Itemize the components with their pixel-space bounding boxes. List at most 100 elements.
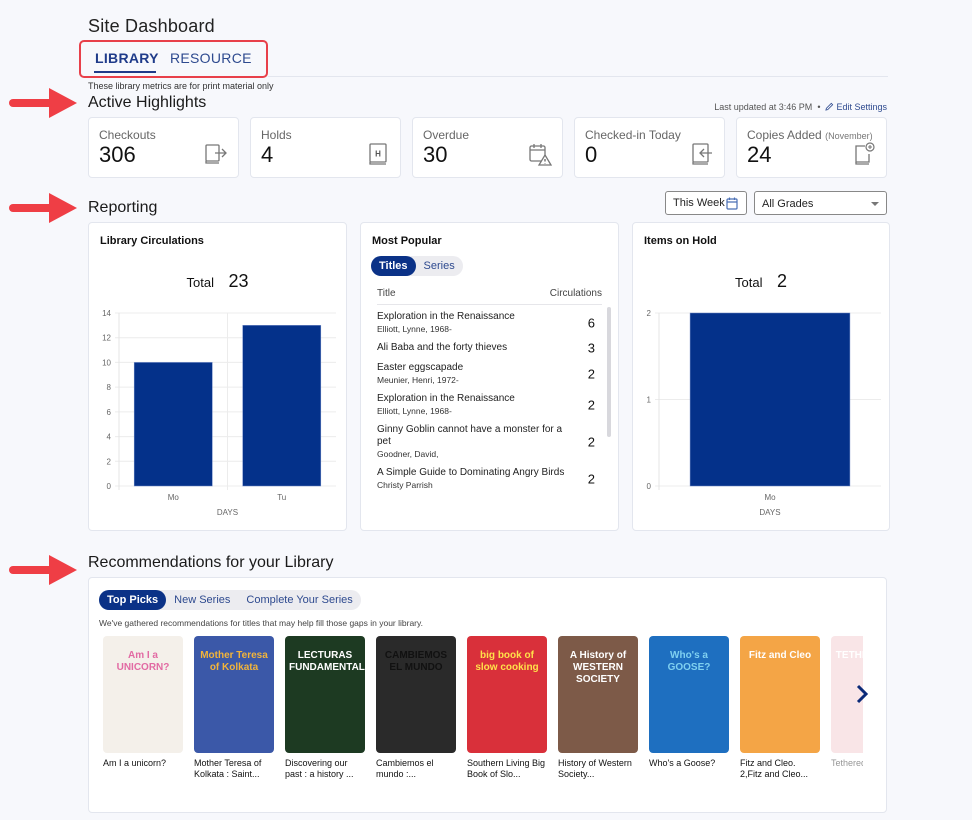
book-cover-text: CAMBIEMOS EL MUNDO xyxy=(384,650,448,673)
book-title: Discovering our past : a history ... xyxy=(285,758,354,779)
item-circulation-count: 2 xyxy=(587,366,595,381)
chevron-right-icon[interactable] xyxy=(852,680,872,708)
y-tick-label: 8 xyxy=(107,383,112,392)
date-range-button[interactable]: This Week xyxy=(665,191,747,215)
tab-new-series[interactable]: New Series xyxy=(166,590,238,610)
book-title: Am I a unicorn? xyxy=(103,758,167,768)
book-item[interactable]: LECTURAS FUNDAMENTALES Discovering our pa… xyxy=(285,636,365,780)
item-title: Exploration in the Renaissance xyxy=(377,393,515,404)
book-cover[interactable]: Am I a UNICORN? xyxy=(103,636,183,753)
list-item[interactable]: Easter eggscapade Meunier, Henri, 1972- 2 xyxy=(377,362,603,385)
column-header-title: Title xyxy=(377,288,396,299)
item-circulation-count: 2 xyxy=(587,397,595,412)
list-item[interactable]: Ginny Goblin cannot have a monster for a… xyxy=(377,424,603,459)
recommendations-panel: Top Picks New Series Complete Your Serie… xyxy=(88,577,887,813)
grade-select[interactable]: All Grades xyxy=(754,191,887,215)
book-item[interactable]: A History of WESTERN SOCIETY History of W… xyxy=(558,636,638,780)
tab-top-picks[interactable]: Top Picks xyxy=(99,590,167,610)
book-title: Who's a Goose? xyxy=(649,758,716,768)
book-item[interactable]: big book of slow cooking Southern Living … xyxy=(467,636,547,780)
metric-card-copies-added[interactable]: Copies Added (November) 24 xyxy=(736,117,887,178)
tab-library[interactable]: LIBRARY xyxy=(95,50,159,66)
item-author: Christy Parrish xyxy=(377,480,433,490)
book-add-icon xyxy=(855,142,875,165)
book-cover-text: TETHERED TO O xyxy=(835,650,863,661)
book-cover[interactable]: Who's a GOOSE? xyxy=(649,636,729,753)
chevron-down-icon xyxy=(871,202,879,206)
book-title: Fitz and Cleo. 2,Fitz and Cleo... xyxy=(740,758,809,779)
book-item[interactable]: Mother Teresa of Kolkata Mother Teresa of… xyxy=(194,636,274,780)
book-cover[interactable]: big book of slow cooking xyxy=(467,636,547,753)
tab-resource[interactable]: RESOURCE xyxy=(170,50,252,66)
list-item[interactable]: Exploration in the Renaissance Elliott, L… xyxy=(377,393,603,416)
list-item[interactable]: Exploration in the Renaissance Elliott, L… xyxy=(377,311,603,334)
tab-complete-your-series[interactable]: Complete Your Series xyxy=(238,590,360,610)
grade-select-value: All Grades xyxy=(762,198,814,210)
book-item[interactable]: Fitz and Cleo Fitz and Cleo. 2,Fitz and C… xyxy=(740,636,820,780)
metric-label: Holds xyxy=(261,128,292,142)
item-author: Goodner, David, xyxy=(377,449,439,459)
y-tick-label: 10 xyxy=(102,358,111,367)
book-title: Mother Teresa of Kolkata : Saint... xyxy=(194,758,262,779)
x-tick-label: Tu xyxy=(277,493,286,502)
item-author: Elliott, Lynne, 1968- xyxy=(377,406,452,416)
y-tick-label: 4 xyxy=(107,433,112,442)
edit-settings-label: Edit Settings xyxy=(836,102,887,112)
item-title: Exploration in the Renaissance xyxy=(377,311,515,322)
item-title: Ginny Goblin cannot have a monster for a… xyxy=(377,424,563,447)
book-hold-icon: H xyxy=(369,143,387,165)
bar-mo xyxy=(689,312,851,487)
book-checkin-icon xyxy=(692,143,712,165)
book-checkout-icon xyxy=(205,144,227,164)
metric-label: Checked-in Today xyxy=(585,128,681,142)
edit-settings-link[interactable]: Edit Settings xyxy=(825,102,887,112)
library-circulations-panel: Library Circulations Total 23 0 2 4 6 8 10 12 1… xyxy=(88,222,347,531)
item-circulation-count: 3 xyxy=(587,340,595,356)
items-on-hold-panel: Items on Hold Total 2 0 1 2 Mo DAYS xyxy=(632,222,890,531)
arrow-annotation-icon xyxy=(9,193,77,223)
list-item[interactable]: A Simple Guide to Dominating Angry Birds… xyxy=(377,467,603,490)
x-tick-label: Mo xyxy=(764,493,776,502)
circulations-bar-chart: 0 2 4 6 8 10 12 14 Mo Tu DAYS xyxy=(102,309,336,517)
toggle-titles[interactable]: Titles xyxy=(371,256,416,276)
metric-value: 306 xyxy=(99,142,136,167)
y-tick-label: 0 xyxy=(107,482,112,491)
metric-card-checkouts[interactable]: Checkouts 306 xyxy=(88,117,239,178)
list-item[interactable]: Ali Baba and the forty thieves 3 xyxy=(377,340,603,356)
titles-series-toggle: Titles Series xyxy=(371,256,463,276)
date-range-label: This Week xyxy=(673,197,725,209)
bar-mo xyxy=(133,362,213,487)
calendar-warning-icon xyxy=(529,144,552,166)
metric-label: Copies Added (November) xyxy=(747,128,873,142)
metric-value: 0 xyxy=(585,142,598,167)
item-title: Ali Baba and the forty thieves xyxy=(377,342,508,353)
list-scrollbar[interactable] xyxy=(607,307,611,437)
book-item[interactable]: Who's a GOOSE? Who's a Goose? xyxy=(649,636,729,769)
book-cover[interactable]: LECTURAS FUNDAMENTALES xyxy=(285,636,365,753)
arrow-annotation-icon xyxy=(9,555,77,585)
toggle-series[interactable]: Series xyxy=(416,256,463,276)
item-circulation-count: 2 xyxy=(587,471,595,486)
holds-bar-chart: 0 1 2 Mo DAYS xyxy=(647,309,881,517)
metric-card-holds[interactable]: Holds 4 H xyxy=(250,117,401,178)
book-item[interactable]: Am I a UNICORN? Am I a unicorn? xyxy=(103,636,183,769)
most-popular-table-header: Title Circulations xyxy=(377,288,602,305)
most-popular-list: Exploration in the Renaissance Elliott, L… xyxy=(377,311,603,498)
book-cover[interactable]: Fitz and Cleo xyxy=(740,636,820,753)
item-title: Easter eggscapade xyxy=(377,362,464,373)
metric-label: Checkouts xyxy=(99,128,156,142)
book-cover[interactable]: A History of WESTERN SOCIETY xyxy=(558,636,638,753)
metric-card-overdue[interactable]: Overdue 30 xyxy=(412,117,563,178)
page-title: Site Dashboard xyxy=(88,16,215,36)
x-tick-label: Mo xyxy=(168,493,180,502)
column-header-circulations: Circulations xyxy=(549,288,602,299)
active-highlights-heading: Active Highlights xyxy=(88,94,207,111)
book-cover[interactable]: Mother Teresa of Kolkata xyxy=(194,636,274,753)
book-item[interactable]: CAMBIEMOS EL MUNDO Cambiemos el mundo :..… xyxy=(376,636,456,780)
book-cover[interactable]: CAMBIEMOS EL MUNDO xyxy=(376,636,456,753)
y-tick-label: 14 xyxy=(102,309,111,318)
book-cover-text: Fitz and Cleo xyxy=(748,650,812,661)
book-title: History of Western Society... xyxy=(558,758,632,779)
metric-card-checked-in-today[interactable]: Checked-in Today 0 xyxy=(574,117,725,178)
metric-label: Overdue xyxy=(423,128,470,142)
